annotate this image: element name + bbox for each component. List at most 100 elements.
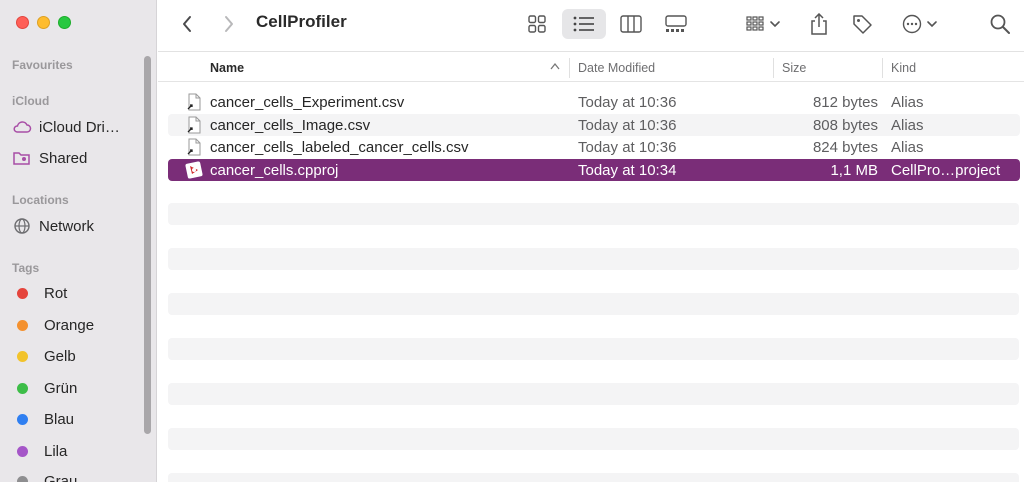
sidebar-item-label: Gelb (44, 347, 76, 365)
file-size: 812 bytes (812, 94, 878, 111)
icon-view-button[interactable] (522, 10, 552, 38)
list-view-icon (573, 16, 594, 32)
alias-document-icon (187, 116, 201, 133)
file-date: Today at 10:36 (578, 94, 677, 111)
sidebar-tag-gruen[interactable]: Grün (12, 377, 77, 399)
column-divider[interactable] (569, 58, 570, 78)
zoom-window-button[interactable] (58, 16, 71, 29)
cloud-icon (12, 117, 32, 137)
file-list: cancer_cells_Experiment.csv Today at 10:… (168, 91, 1020, 181)
file-kind: Alias (891, 139, 924, 156)
column-header-date[interactable]: Date Modified (578, 61, 655, 75)
more-options-icon (902, 14, 937, 34)
column-view-icon (620, 15, 642, 33)
empty-row-stripe (168, 473, 1019, 482)
sidebar-item-icloud-drive[interactable]: iCloud Dri… (12, 116, 120, 138)
tag-color-dot (17, 382, 28, 394)
empty-row-stripe (168, 383, 1019, 405)
column-header-kind[interactable]: Kind (891, 61, 916, 75)
sidebar-item-network[interactable]: Network (12, 215, 94, 237)
file-row[interactable]: cancer_cells_Experiment.csv Today at 10:… (168, 91, 1020, 114)
file-row[interactable]: cancer_cells_Image.csv Today at 10:36 80… (168, 113, 1020, 136)
column-view-button[interactable] (616, 10, 646, 38)
sidebar-tag-grau[interactable]: Grau (12, 470, 77, 482)
tag-color-dot (17, 319, 28, 331)
sidebar-item-shared[interactable]: Shared (12, 147, 87, 169)
tag-color-dot (17, 445, 28, 457)
search-icon (990, 14, 1010, 34)
sidebar-section-locations: Locations (12, 193, 69, 207)
file-date: Today at 10:34 (578, 161, 677, 179)
list-view-button[interactable] (562, 9, 606, 39)
tags-button[interactable] (848, 10, 876, 38)
empty-row-stripe (168, 203, 1019, 225)
share-button[interactable] (806, 8, 832, 40)
file-date: Today at 10:36 (578, 116, 677, 134)
column-header-name[interactable]: Name (210, 61, 244, 75)
file-size: 1,1 MB (830, 161, 878, 179)
sidebar-item-label: Rot (44, 284, 68, 302)
sidebar-tag-blau[interactable]: Blau (12, 408, 74, 430)
file-name: cancer_cells.cpproj (210, 161, 339, 179)
sidebar-item-label: Network (39, 217, 95, 235)
window-controls (16, 16, 71, 29)
alias-document-icon (187, 93, 201, 111)
sidebar-section-tags: Tags (12, 261, 40, 275)
tag-color-dot (17, 287, 28, 299)
cellprofiler-project-icon (185, 160, 203, 179)
column-header-size[interactable]: Size (782, 61, 806, 75)
file-name: cancer_cells_Experiment.csv (210, 94, 405, 111)
column-divider[interactable] (773, 58, 774, 78)
close-window-button[interactable] (16, 16, 29, 29)
share-icon (811, 13, 827, 35)
alias-document-icon (187, 138, 201, 156)
column-header-bar: Name Date Modified Size Kind (158, 53, 1024, 82)
gallery-view-button[interactable] (660, 10, 692, 38)
empty-row-stripe (168, 248, 1019, 270)
file-row-selected[interactable]: cancer_cells.cpproj Today at 10:34 1,1 M… (168, 158, 1020, 181)
sidebar-item-label: Blau (44, 410, 75, 428)
forward-button[interactable] (218, 12, 240, 36)
sidebar-item-label: Shared (39, 149, 88, 167)
sidebar-item-label: Lila (44, 442, 68, 460)
sidebar-section-icloud: iCloud (12, 94, 50, 108)
tag-color-dot (17, 475, 28, 482)
sidebar-item-label: Grün (44, 379, 78, 397)
file-row[interactable]: cancer_cells_labeled_cancer_cells.csv To… (168, 136, 1020, 159)
sidebar-tag-gelb[interactable]: Gelb (12, 345, 76, 367)
sidebar-section-favourites: Favourites (12, 58, 73, 72)
toolbar: CellProfiler (158, 0, 1024, 52)
file-size: 824 bytes (812, 139, 878, 156)
file-size: 808 bytes (812, 116, 878, 134)
minimize-window-button[interactable] (37, 16, 50, 29)
sort-ascending-icon[interactable] (550, 59, 560, 73)
tag-color-dot (17, 350, 28, 362)
sidebar-tag-orange[interactable]: Orange (12, 314, 94, 336)
shared-folder-icon (12, 148, 32, 168)
sidebar-item-label: Orange (44, 316, 95, 334)
empty-row-stripe (168, 338, 1019, 360)
action-menu-button[interactable] (898, 10, 942, 38)
icon-view-icon (528, 15, 546, 33)
sidebar-item-label: iCloud Dri… (39, 118, 120, 136)
group-by-button[interactable] (742, 10, 786, 38)
file-name: cancer_cells_Image.csv (210, 116, 371, 134)
sidebar: Favourites iCloud iCloud Dri… Shared Loc… (0, 0, 157, 482)
window-title: CellProfiler (256, 12, 347, 31)
chevron-right-icon (225, 16, 233, 32)
file-kind: Alias (891, 116, 924, 134)
tag-color-dot (17, 413, 28, 425)
empty-row-stripe (168, 293, 1019, 315)
sidebar-tag-rot[interactable]: Rot (12, 282, 67, 304)
sidebar-scrollbar[interactable] (144, 56, 151, 434)
back-button[interactable] (176, 12, 198, 36)
file-kind: Alias (891, 94, 924, 111)
search-button[interactable] (988, 11, 1012, 37)
column-divider[interactable] (882, 58, 883, 78)
group-by-icon (746, 16, 780, 31)
empty-row-stripe (168, 428, 1019, 450)
file-kind: CellPro…project (891, 161, 1001, 179)
file-name: cancer_cells_labeled_cancer_cells.csv (210, 139, 469, 156)
sidebar-tag-lila[interactable]: Lila (12, 440, 67, 462)
gallery-view-icon (665, 15, 687, 32)
